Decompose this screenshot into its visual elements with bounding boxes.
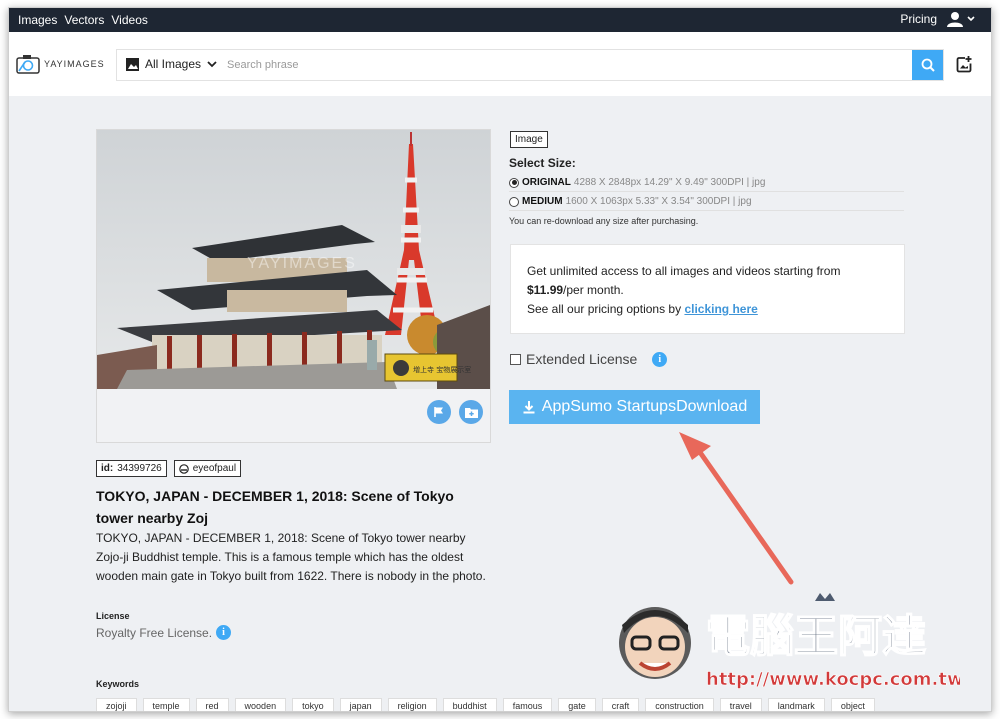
chevron-down-icon [207,60,217,67]
keyword-tag[interactable]: red [195,698,229,711]
browser-frame: Images Vectors Videos Pricing YAYIMAGES … [8,7,992,712]
pricing-link[interactable]: Pricing [900,12,937,26]
id-value: 34399726 [117,463,162,474]
select-size-heading: Select Size: [509,156,576,170]
search-bar: All Images [116,49,944,81]
folder-icon [464,407,478,418]
license-label: License [96,611,130,621]
info-icon[interactable]: i [216,625,232,640]
nav-vectors[interactable]: Vectors [64,13,104,27]
keyword-tag[interactable]: religion [387,698,437,711]
promo-price: $11.99 [527,283,564,297]
search-button[interactable] [912,50,943,80]
size-radio[interactable] [509,177,519,188]
keyword-tag[interactable]: buddhist [442,698,497,711]
keyword-tag[interactable]: wooden [234,698,287,711]
flag-button[interactable] [427,400,451,424]
pricing-promo-box: Get unlimited access to all images and v… [510,244,905,334]
top-navigation-bar: Images Vectors Videos Pricing [9,8,991,32]
download-label: AppSumo StartupsDownload [541,398,748,415]
nav-images[interactable]: Images [18,13,57,27]
download-button[interactable]: AppSumo StartupsDownload [509,390,760,424]
keyword-tag[interactable]: temple [142,698,190,711]
top-nav: Images Vectors Videos [18,13,148,27]
promo-line-3: See all our pricing options by clicking … [527,300,888,319]
add-to-folder-button[interactable] [459,400,483,424]
license-value: Royalty Free License. [96,625,213,640]
id-label: id: [101,463,114,474]
image-id-badge: id: 34399726 [96,460,167,477]
sign-text: 増上寺 宝物展示室 [413,365,471,374]
promo-line-3-text: See all our pricing options by [527,302,682,316]
keyword-tag[interactable]: tokyo [292,698,334,711]
extended-license-checkbox[interactable] [510,353,521,365]
size-name: ORIGINAL [522,177,571,188]
size-option-original[interactable]: ORIGINAL 4288 X 2848px 14.29" X 9.49" 30… [509,177,904,192]
image-icon [126,57,139,71]
promo-line-1: Get unlimited access to all images and v… [527,264,841,278]
pricing-options-link[interactable]: clicking here [684,302,757,316]
logo-text: YAYIMAGES [44,59,105,69]
download-icon [523,401,535,414]
keyword-tag[interactable]: famous [502,698,553,711]
user-menu[interactable] [947,11,975,27]
author-badge[interactable]: eyeofpaul [173,460,242,477]
info-icon[interactable]: i [652,351,668,367]
size-option-medium[interactable]: MEDIUM 1600 X 1063px 5.33" X 3.54" 300DP… [509,196,904,211]
nav-videos[interactable]: Videos [111,13,147,27]
promo-price-line: $11.99/per month. [527,281,888,300]
image-title: TOKYO, JAPAN - DECEMBER 1, 2018: Scene o… [96,488,454,526]
size-spec: 1600 X 1063px 5.33" X 3.54" 300DPI | jpg [565,196,752,207]
top-right: Pricing [900,11,975,27]
keyword-tag[interactable]: gate [558,698,596,711]
watermark-site-url: http://www.kocpc.com.tw [706,669,960,690]
upload-button[interactable] [956,55,974,78]
flag-icon [434,407,443,417]
size-name: MEDIUM [522,196,563,207]
media-type-badge: Image [510,131,548,148]
keyword-tag[interactable]: japan [339,698,382,711]
size-spec: 4288 X 2848px 14.29" X 9.49" 300DPI | jp… [573,177,766,188]
keywords-label: Keywords [96,679,140,689]
extended-license-row: Extended License i [510,351,668,367]
keyword-tag[interactable]: zojoji [96,698,137,711]
extended-license-label[interactable]: Extended License [526,351,637,367]
photo-watermark: YAYIMAGES [247,255,357,272]
promo-per: /per month. [563,283,624,297]
search-icon [921,58,935,72]
image-description: TOKYO, JAPAN - DECEMBER 1, 2018: Scene o… [96,531,486,583]
category-label: All Images [145,57,202,71]
site-watermark: 電腦王阿達 http://www.kocpc.com.tw [619,593,960,690]
category-dropdown[interactable]: All Images [126,57,217,71]
author-avatar-icon [178,463,189,474]
watermark-site-name: 電腦王阿達 [706,611,926,662]
site-header: YAYIMAGES All Images [9,32,991,96]
license-value-row: Royalty Free License. i [96,625,232,640]
chevron-down-icon [967,16,975,22]
photo-preview[interactable]: YAYIMAGES 増上寺 宝物展示室 [97,130,490,389]
image-search-icon [956,55,973,73]
redownload-note: You can re-download any size after purch… [509,216,699,226]
search-input[interactable] [227,54,907,76]
image-meta-tags: id: 34399726 eyeofpaul [96,460,242,477]
user-icon [947,12,963,27]
author-name: eyeofpaul [192,463,237,474]
size-radio[interactable] [509,196,519,207]
camera-logo-icon [16,55,40,74]
site-logo[interactable]: YAYIMAGES [16,54,105,74]
image-preview-card: YAYIMAGES 増上寺 宝物展示室 [96,129,491,443]
mascot-icon [619,607,691,679]
